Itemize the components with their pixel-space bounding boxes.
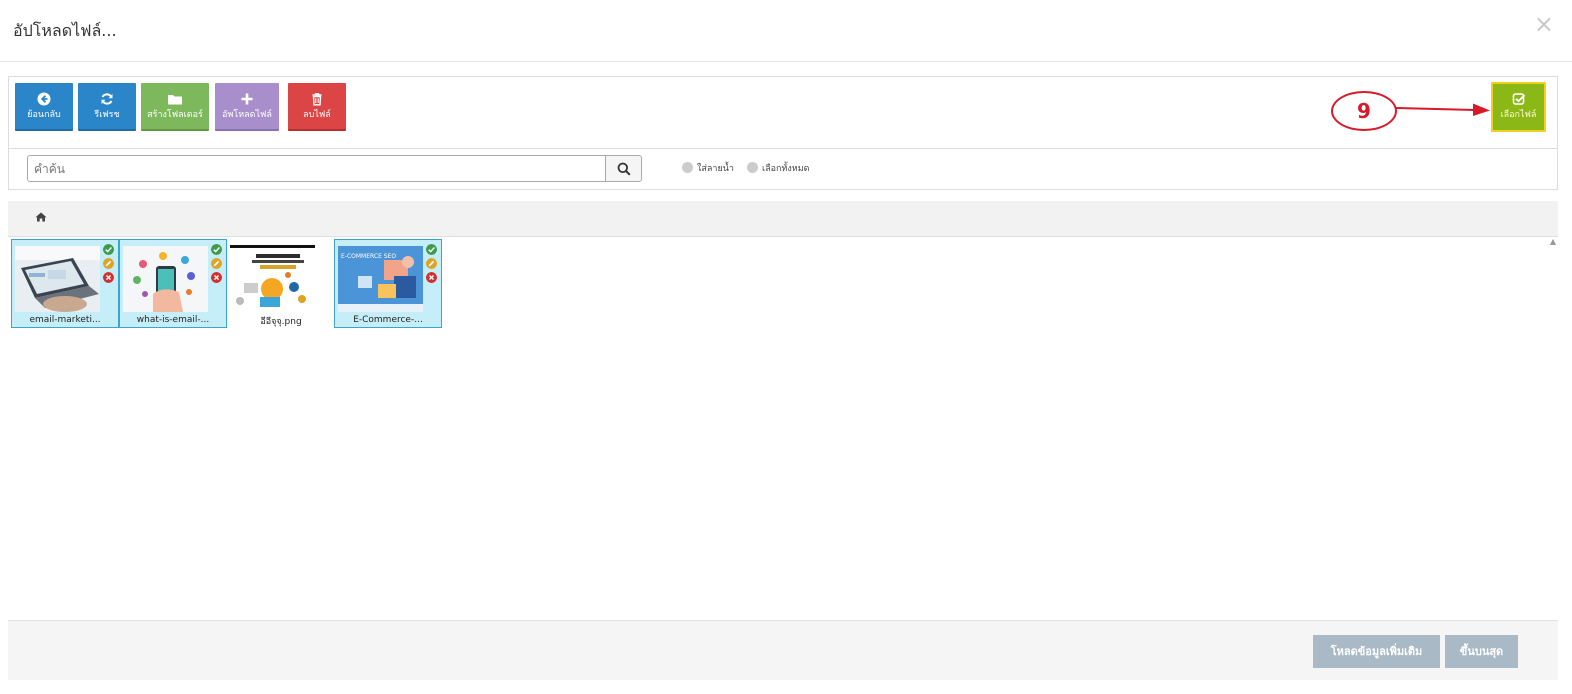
select-file-button-label: เลือกไฟล์	[1500, 110, 1537, 120]
file-thumbnail: E-COMMERCE SEO	[338, 246, 423, 312]
new-folder-button[interactable]: สร้างโฟลเดอร์	[141, 83, 209, 131]
upload-file-button-label: อัพโหลดไฟล์	[222, 110, 272, 120]
close-icon[interactable]: ×	[1534, 12, 1554, 36]
breadcrumb	[8, 201, 1558, 237]
plus-icon	[241, 93, 253, 105]
file-item[interactable]: E-COMMERCE SEO E-Commerce-...	[334, 239, 442, 328]
edit-icon[interactable]	[426, 258, 437, 269]
refresh-icon	[101, 93, 113, 105]
modal-title: อัปโหลดไฟล์...	[13, 21, 117, 40]
home-icon[interactable]	[35, 212, 47, 222]
delete-icon[interactable]	[211, 272, 222, 283]
modal-header: อัปโหลดไฟล์... ×	[0, 0, 1572, 62]
file-item[interactable]: what-is-email-...	[119, 239, 227, 328]
file-thumbnail	[123, 246, 208, 312]
search-input[interactable]	[27, 155, 607, 182]
image-thumbnail-icon: E-COMMERCE SEO	[338, 246, 423, 312]
delete-icon[interactable]	[103, 272, 114, 283]
delete-file-button[interactable]: ลบไฟล์	[288, 83, 346, 131]
radio-dot-icon	[747, 162, 758, 173]
scroll-to-top-button[interactable]: ขึ้นบนสุด	[1445, 635, 1518, 668]
refresh-button-label: รีเฟรช	[94, 110, 120, 120]
select-all-radio-label: เลือกทั้งหมด	[762, 164, 810, 174]
annotation-arrow-icon	[1395, 103, 1490, 116]
select-all-radio[interactable]: เลือกทั้งหมด	[747, 161, 809, 175]
toolbar: ย้อนกลับ รีเฟรช สร้างโฟลเดอร์ อัพโหลดไฟล…	[9, 77, 1557, 149]
check-icon[interactable]	[103, 244, 114, 255]
back-button[interactable]: ย้อนกลับ	[15, 83, 73, 131]
watermark-radio-label: ใส่ลายน้ำ	[697, 164, 734, 174]
annotation-step-number: 9	[1331, 91, 1397, 131]
image-thumbnail-icon	[230, 245, 315, 311]
delete-icon[interactable]	[426, 272, 437, 283]
upload-file-button[interactable]: อัพโหลดไฟล์	[215, 83, 279, 131]
check-icon[interactable]	[211, 244, 222, 255]
search-icon	[617, 162, 631, 176]
delete-file-button-label: ลบไฟล์	[303, 110, 331, 120]
file-item[interactable]: อีอีจุจุ.png	[227, 239, 335, 328]
scrollbar[interactable]: ▲	[1546, 237, 1558, 620]
file-thumbnail	[230, 245, 315, 311]
radio-dot-icon	[682, 162, 693, 173]
footer-bar: โหลดข้อมูลเพิ่มเติม ขึ้นบนสุด	[8, 620, 1558, 680]
new-folder-button-label: สร้างโฟลเดอร์	[147, 110, 203, 120]
file-name: what-is-email-...	[136, 315, 210, 325]
file-browser: email-marketi... what-is-email-... อีอีจ…	[8, 237, 1558, 620]
back-button-label: ย้อนกลับ	[27, 110, 61, 120]
svg-text:E-COMMERCE SEO: E-COMMERCE SEO	[341, 253, 396, 260]
check-square-icon	[1512, 93, 1525, 105]
arrow-left-circle-icon	[37, 92, 51, 106]
select-file-button[interactable]: เลือกไฟล์	[1491, 82, 1546, 132]
refresh-button[interactable]: รีเฟรช	[78, 83, 136, 131]
search-button[interactable]	[605, 155, 642, 182]
file-item[interactable]: email-marketi...	[11, 239, 119, 328]
file-name: อีอีจุจุ.png	[260, 317, 302, 327]
folder-icon	[168, 95, 182, 105]
edit-icon[interactable]	[211, 258, 222, 269]
image-thumbnail-icon	[123, 246, 208, 312]
watermark-radio[interactable]: ใส่ลายน้ำ	[682, 161, 734, 175]
scroll-up-icon[interactable]: ▲	[1550, 237, 1556, 246]
file-name: E-Commerce-...	[353, 315, 423, 325]
check-icon[interactable]	[426, 244, 437, 255]
image-thumbnail-icon	[15, 246, 100, 312]
edit-icon[interactable]	[103, 258, 114, 269]
trash-icon	[312, 93, 322, 106]
file-thumbnail	[15, 246, 100, 312]
toolbar-panel: ย้อนกลับ รีเฟรช สร้างโฟลเดอร์ อัพโหลดไฟล…	[8, 76, 1558, 190]
file-name: email-marketi...	[29, 315, 101, 325]
load-more-button[interactable]: โหลดข้อมูลเพิ่มเติม	[1313, 635, 1440, 668]
search-row: ใส่ลายน้ำ เลือกทั้งหมด	[9, 149, 1557, 191]
